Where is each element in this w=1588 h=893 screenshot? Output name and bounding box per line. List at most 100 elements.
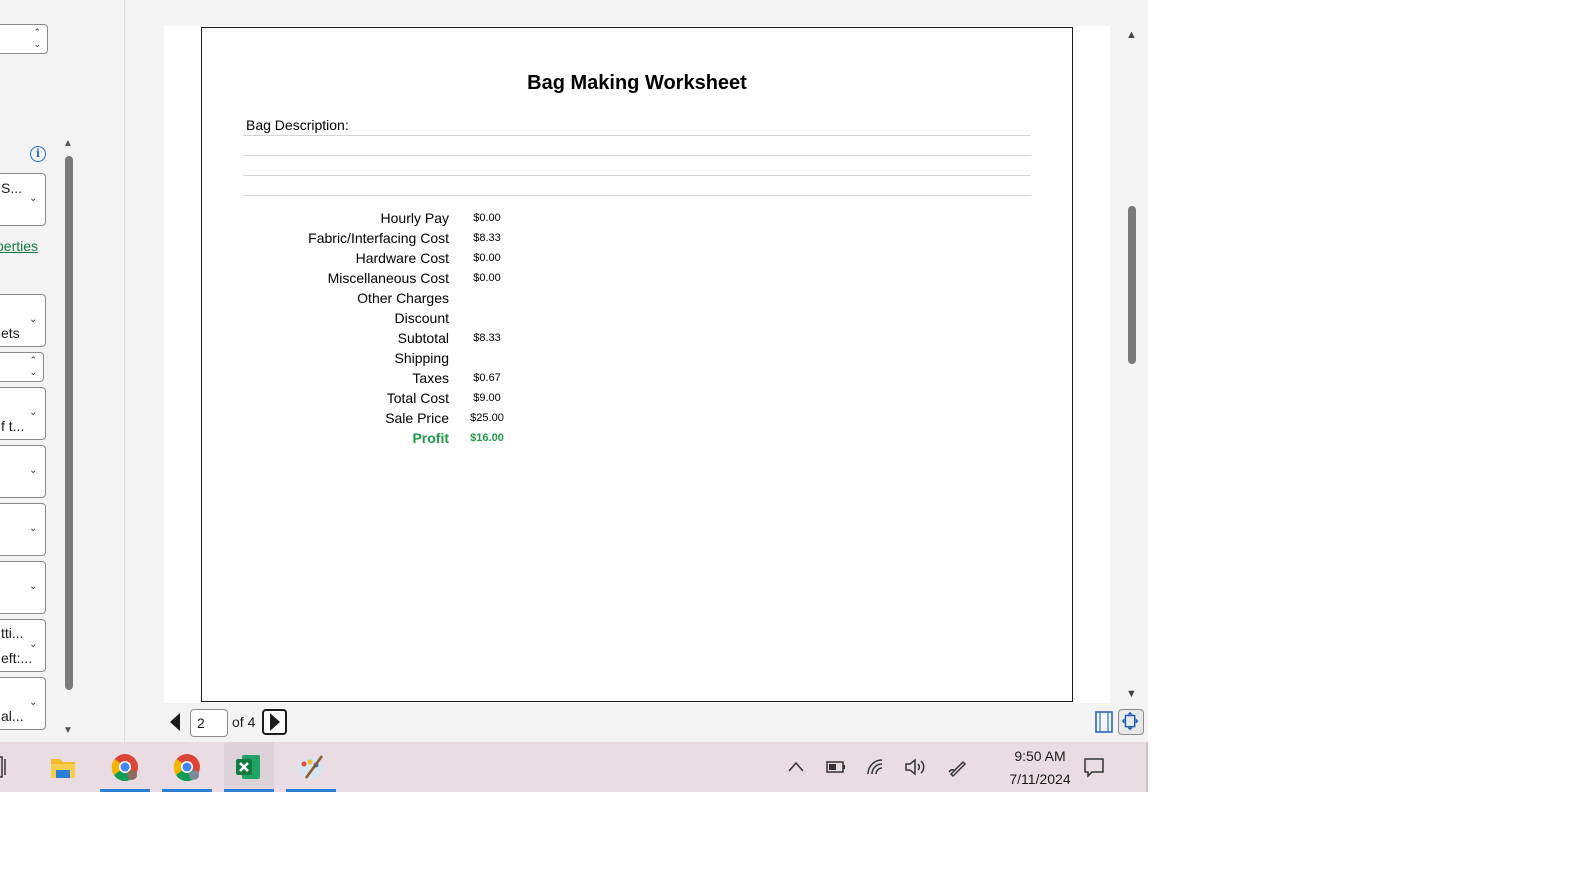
chevron-up-icon[interactable] [784,755,808,779]
taskbar: 9:50 AM 7/11/2024 [0,742,1148,792]
folder-icon [51,759,75,778]
row-label: Fabric/Interfacing Cost [308,230,449,246]
scaling-label: al... [1,708,24,724]
paper-size-dropdown[interactable]: ⌄ [0,503,46,556]
next-page-button[interactable] [262,709,287,735]
preview-scrollbar[interactable]: ▲ ▼ [1124,26,1140,703]
paint-palette-icon [297,755,324,779]
row-label: Subtotal [397,330,449,346]
spin-up-icon[interactable]: ⌃ [33,28,41,37]
row-value: $8.33 [473,232,501,244]
running-indicator [224,789,274,792]
running-indicator [162,789,212,792]
chrome-app[interactable] [100,742,150,792]
volume-icon[interactable] [903,755,927,779]
excel-icon [236,755,260,779]
collation-dropdown[interactable]: f t... ⌄ [0,387,46,440]
margins-dropdown[interactable]: tti... eft:... ⌄ [0,619,46,672]
orientation-dropdown[interactable]: ⌄ [0,445,46,498]
spin-down-icon[interactable]: ⌄ [29,368,37,377]
pen-icon[interactable] [946,755,970,779]
clock-date[interactable]: 7/11/2024 [998,771,1082,787]
row-label: Sale Price [385,410,449,426]
row-label: Profit [412,430,449,446]
margins-sublabel: eft:... [1,650,33,666]
running-indicator [286,789,336,792]
row-value: $0.00 [473,272,501,284]
row-value: $16.00 [470,432,504,444]
row-label: Discount [394,310,449,326]
clock-time[interactable]: 9:50 AM [1000,748,1080,764]
bag-description-label: Bag Description: [246,117,349,133]
file-explorer-app[interactable] [38,742,88,792]
scroll-down-icon[interactable]: ▼ [1126,688,1137,700]
screen: ⌃ ⌄ i S... ⌄ perties ets ⌄ ⌃ ⌄ f t... ⌄ … [0,0,1588,893]
task-view-icon[interactable] [0,755,12,779]
row-label: Other Charges [357,290,449,306]
printer-label: S... [1,180,23,196]
running-indicator [100,789,150,792]
notification-icon[interactable] [1082,755,1106,779]
page-count-label: of 4 [232,714,256,730]
margins-label: tti... [1,625,24,641]
paint-app[interactable] [286,742,336,792]
copies-spinner[interactable]: ⌃ ⌄ [0,24,48,54]
row-label: Total Cost [386,390,449,406]
description-line [243,175,1031,176]
print-settings-pane: ⌃ ⌄ i S... ⌄ perties ets ⌄ ⌃ ⌄ f t... ⌄ … [0,0,125,742]
spin-down-icon[interactable]: ⌄ [33,40,41,49]
sides-dropdown[interactable]: ⌄ [0,561,46,614]
row-label: Shipping [394,350,450,366]
chevron-down-icon: ⌄ [29,313,38,325]
row-label: Miscellaneous Cost [327,270,449,286]
printer-dropdown[interactable]: S... ⌄ [0,173,46,226]
previous-page-icon[interactable] [168,712,182,732]
row-value: $9.00 [473,392,501,404]
chevron-down-icon: ⌄ [29,192,38,204]
chevron-down-icon: ⌄ [29,406,38,418]
zoom-to-page-icon [1121,711,1139,731]
row-value: $0.00 [473,252,501,264]
battery-icon[interactable] [824,755,848,779]
pages-spinner[interactable]: ⌃ ⌄ [0,352,44,382]
printer-properties-link[interactable]: perties [0,238,38,254]
row-value: $8.33 [473,332,501,344]
chrome-icon [173,754,200,782]
chrome-app[interactable] [162,742,212,792]
chevron-down-icon: ⌄ [29,696,38,708]
info-icon[interactable]: i [30,146,46,162]
scroll-up-icon[interactable]: ▲ [63,138,73,149]
print-preview-window: ⌃ ⌄ i S... ⌄ perties ets ⌄ ⌃ ⌄ f t... ⌄ … [0,0,1148,742]
row-value: $0.00 [473,212,501,224]
chevron-down-icon: ⌄ [29,580,38,592]
show-margins-icon[interactable] [1093,710,1115,734]
chevron-down-icon: ⌄ [29,464,38,476]
collation-label: f t... [1,418,25,434]
description-line [243,195,1031,196]
excel-app[interactable] [224,742,274,792]
description-line [243,135,1031,136]
network-icon[interactable] [864,755,888,779]
scroll-down-icon[interactable]: ▼ [63,725,73,736]
next-page-icon [270,713,280,731]
scrollbar-thumb[interactable] [65,156,73,690]
scaling-dropdown[interactable]: al... ⌄ [0,677,46,730]
print-what-dropdown[interactable]: ets ⌄ [0,294,46,347]
zoom-to-page-button[interactable] [1118,709,1144,735]
page-number-input[interactable]: 2 [190,709,228,737]
chevron-down-icon: ⌄ [29,522,38,534]
scroll-up-icon[interactable]: ▲ [1126,29,1137,41]
settings-scrollbar[interactable]: ▲ ▼ [62,138,76,736]
description-line [243,155,1031,156]
worksheet-title: Bag Making Worksheet [527,72,747,94]
row-label: Hourly Pay [380,210,449,226]
chevron-down-icon: ⌄ [29,638,38,650]
worksheet-page: Bag Making Worksheet Bag Description: Ho… [201,27,1073,702]
row-label: Taxes [412,370,449,386]
row-value: $25.00 [470,412,504,424]
spin-up-icon[interactable]: ⌃ [29,356,37,365]
row-label: Hardware Cost [355,250,449,266]
row-value: $0.67 [473,372,501,384]
print-what-label: ets [1,325,20,341]
scrollbar-thumb[interactable] [1128,206,1136,364]
